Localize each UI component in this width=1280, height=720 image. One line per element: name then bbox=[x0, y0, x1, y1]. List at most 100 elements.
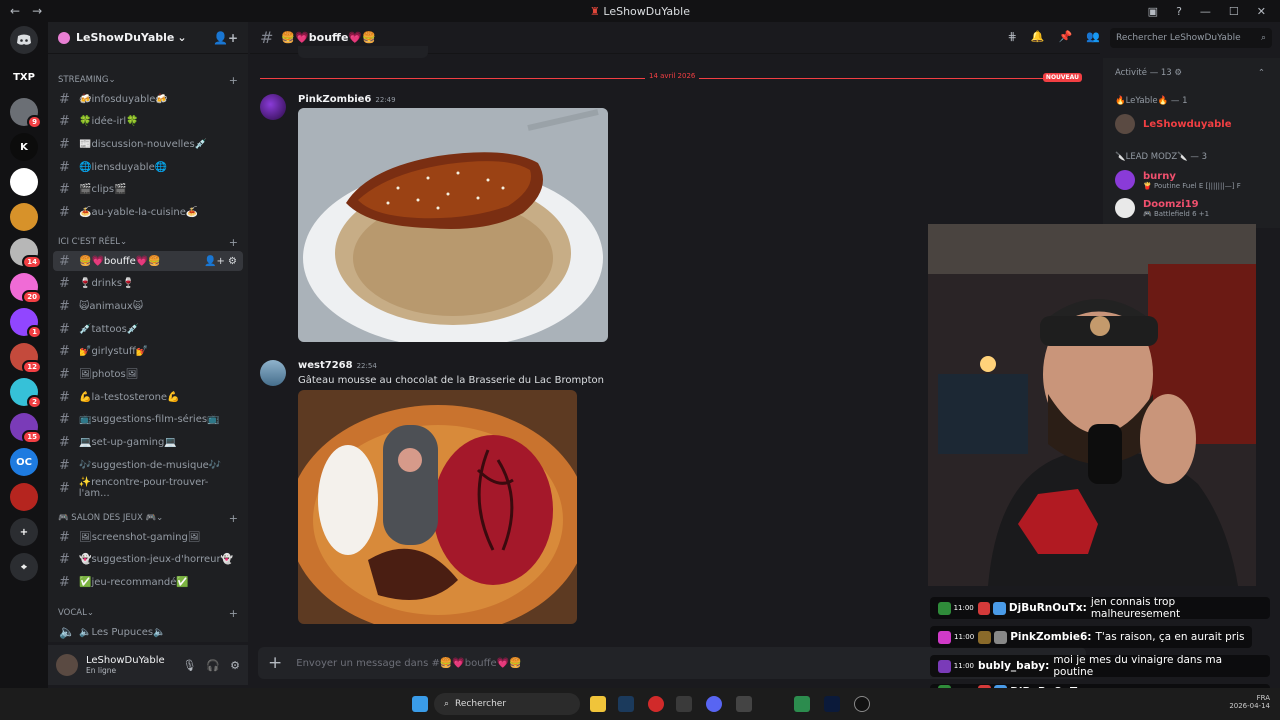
maximize-button[interactable]: ☐ bbox=[1229, 5, 1239, 18]
help-icon[interactable]: ? bbox=[1176, 5, 1182, 18]
notification-badge: 9 bbox=[27, 115, 42, 129]
channel-item[interactable]: # ✅jeu-recommandé✅ bbox=[53, 572, 243, 592]
forward-icon[interactable]: → bbox=[32, 4, 42, 18]
channel-item[interactable]: # 🎶suggestion-de-musique🎶 bbox=[53, 455, 243, 475]
message-author[interactable]: PinkZombie6 22:49 bbox=[298, 94, 396, 105]
back-icon[interactable]: ← bbox=[10, 4, 20, 18]
add-channel-icon[interactable]: + bbox=[229, 512, 238, 525]
obs-icon[interactable] bbox=[854, 696, 870, 712]
chevron-up-icon[interactable]: ⌃ bbox=[1258, 68, 1265, 78]
threads-icon[interactable]: ⋕ bbox=[1008, 30, 1017, 43]
close-button[interactable]: ✕ bbox=[1257, 5, 1266, 18]
channel-item[interactable]: # 💻set-up-gaming💻 bbox=[53, 433, 243, 453]
add-channel-icon[interactable]: + bbox=[229, 74, 238, 87]
add-channel-icon[interactable]: + bbox=[229, 236, 238, 249]
add-attachment-icon[interactable]: + bbox=[268, 653, 282, 673]
channel-item[interactable]: # 🌐liensduyable🌐 bbox=[53, 157, 243, 177]
discord-home-icon[interactable] bbox=[10, 26, 38, 54]
server-icon[interactable]: 1 bbox=[10, 308, 42, 339]
member-row[interactable]: Doomzi19 🎮 Battlefield 6 +1 bbox=[1115, 198, 1209, 218]
channel-item[interactable]: # 📺suggestions-film-séries📺 bbox=[53, 410, 243, 430]
channel-item[interactable]: # 🖼screenshot-gaming🖼 bbox=[53, 527, 243, 547]
server-icon[interactable]: 14 bbox=[10, 238, 42, 269]
member-row[interactable]: LeShowduyable bbox=[1115, 114, 1232, 134]
food-image-chocolate-cake[interactable] bbox=[298, 390, 577, 624]
server-icon[interactable] bbox=[10, 168, 38, 196]
inbox-icon[interactable]: ▣ bbox=[1148, 5, 1158, 18]
channel-item[interactable]: # ✨rencontre-pour-trouver-l'am... bbox=[53, 477, 243, 499]
server-icon[interactable]: TXP bbox=[10, 63, 38, 91]
channel-item[interactable]: # 🍝au-yable-la-cuisine🍝 bbox=[53, 203, 243, 223]
server-icon[interactable]: OC bbox=[10, 448, 38, 476]
channel-item[interactable]: # 📰discussion-nouvelles💉 bbox=[53, 134, 243, 154]
channel-item[interactable]: 🔈 🔈Les Pupuces🔈 bbox=[53, 622, 243, 642]
notification-badge: 15 bbox=[22, 430, 42, 444]
avatar[interactable] bbox=[56, 654, 78, 676]
message-text: Gâteau mousse au chocolat de la Brasseri… bbox=[298, 375, 604, 386]
message-author[interactable]: west7268 22:54 bbox=[298, 360, 377, 371]
file-explorer-icon[interactable] bbox=[590, 696, 606, 712]
channel-settings-icon[interactable]: 👤+ ⚙ bbox=[204, 256, 237, 267]
channel-item[interactable]: # 🙀animaux🙀 bbox=[53, 296, 243, 316]
channel-item[interactable]: # 🎬clips🎬 bbox=[53, 180, 243, 200]
microphone-icon[interactable]: 🎙 bbox=[182, 659, 196, 672]
windows-start-icon[interactable] bbox=[412, 696, 428, 712]
taskbar-search[interactable]: ⌕ Rechercher bbox=[434, 693, 580, 715]
channel-item[interactable]: # 👻suggestion-jeux-d'horreur👻 bbox=[53, 550, 243, 570]
channel-item[interactable]: # 💉tattoos💉 bbox=[53, 319, 243, 339]
server-icon[interactable]: 20 bbox=[10, 273, 42, 304]
channel-item[interactable]: # 💅girlystuff💅 bbox=[53, 342, 243, 362]
xbox-icon[interactable] bbox=[794, 696, 810, 712]
language-indicator[interactable]: FRA bbox=[1229, 694, 1270, 702]
server-icon[interactable] bbox=[10, 203, 38, 231]
role-header: 🔥LeYable🔥 — 1 bbox=[1115, 96, 1188, 106]
author-name[interactable]: west7268 bbox=[298, 360, 353, 371]
server-icon[interactable] bbox=[10, 483, 38, 511]
category-label: 🎮 SALON DES JEUX 🎮 bbox=[58, 513, 157, 523]
category-header[interactable]: VOCAL ⌄ + bbox=[48, 605, 248, 621]
avatar[interactable] bbox=[260, 360, 286, 386]
author-name[interactable]: PinkZombie6 bbox=[298, 94, 371, 105]
search-icon: ⌕ bbox=[444, 699, 450, 709]
channel-item[interactable]: # 🍀idée-irl🍀 bbox=[53, 112, 243, 132]
server-icon[interactable]: 9 bbox=[10, 98, 42, 129]
category-header[interactable]: 🎮 SALON DES JEUX 🎮 ⌄ + bbox=[48, 510, 248, 526]
search-input[interactable]: Rechercher LeShowDuYable ⌕ bbox=[1110, 28, 1272, 48]
guild-header[interactable]: LeShowDuYable ⌄ 👤+ bbox=[48, 22, 248, 54]
channel-item[interactable]: # 🍻infosduyable🍻 bbox=[53, 89, 243, 109]
members-icon[interactable]: 👥 bbox=[1086, 30, 1100, 43]
channel-name: 💅girlystuff💅 bbox=[79, 346, 149, 358]
add-channel-icon[interactable]: + bbox=[229, 607, 238, 620]
steam-icon[interactable] bbox=[618, 696, 634, 712]
app-icon[interactable] bbox=[676, 696, 692, 712]
opera-icon[interactable] bbox=[648, 696, 664, 712]
app-icon[interactable] bbox=[736, 696, 752, 712]
category-header[interactable]: STREAMING ⌄ + bbox=[48, 72, 248, 88]
headphones-icon[interactable]: 🎧 bbox=[206, 659, 220, 672]
channel-item[interactable]: # 🍔💗bouffe💗🍔 👤+ ⚙ bbox=[53, 251, 243, 271]
channel-item[interactable]: # 🖼photos🖼 bbox=[53, 365, 243, 385]
server-icon[interactable]: 2 bbox=[10, 378, 42, 409]
gear-icon[interactable]: ⚙ bbox=[230, 659, 240, 672]
server-icon[interactable]: 15 bbox=[10, 413, 42, 444]
minimize-button[interactable]: — bbox=[1200, 5, 1211, 18]
bell-icon[interactable]: 🔔 bbox=[1031, 30, 1045, 43]
avatar[interactable] bbox=[260, 94, 286, 120]
server-icon[interactable]: K bbox=[10, 133, 38, 161]
hash-icon: # bbox=[59, 457, 70, 473]
window-title-text: LeShowDuYable bbox=[603, 4, 690, 18]
channel-item[interactable]: # 🍷drinks🍷 bbox=[53, 274, 243, 294]
server-icon[interactable]: 12 bbox=[10, 343, 42, 374]
pin-icon[interactable]: 📌 bbox=[1059, 30, 1073, 43]
photoshop-icon[interactable] bbox=[824, 696, 840, 712]
category-header[interactable]: ICI C'EST RÉEL ⌄ + bbox=[48, 234, 248, 250]
food-image-chicken-rice[interactable] bbox=[298, 108, 608, 342]
channel-item[interactable]: # 💪la-testosterone💪 bbox=[53, 387, 243, 407]
member-row[interactable]: burny 🍟 Poutine Fuel E [|||||||—] F bbox=[1115, 170, 1241, 190]
discord-taskbar-icon[interactable] bbox=[706, 696, 722, 712]
server-icon[interactable]: + bbox=[10, 518, 38, 546]
server-icon[interactable]: ⌖ bbox=[10, 553, 38, 581]
activity-header[interactable]: Activité — 13 ⚙ ⌃ bbox=[1115, 68, 1265, 78]
clock-date[interactable]: 2026-04-14 bbox=[1229, 702, 1270, 710]
invite-icon[interactable]: 👤+ bbox=[213, 31, 238, 45]
